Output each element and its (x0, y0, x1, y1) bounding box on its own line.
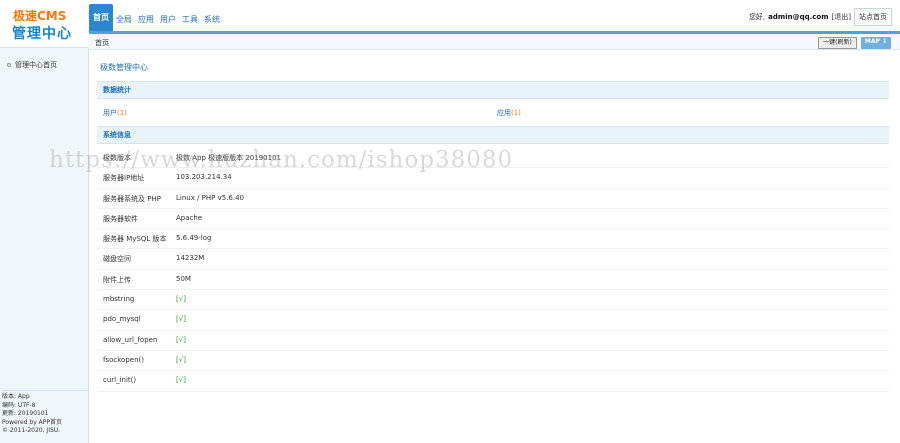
logout-link[interactable]: [退出] (832, 12, 851, 22)
breadcrumb-bar: 首页 一键(刷新) MAP ⇓ (89, 34, 900, 50)
tab-global[interactable]: 全局 (113, 9, 135, 31)
bullet-icon (7, 63, 11, 67)
info-powered: Powered by APP首页 (2, 418, 63, 426)
row-value: [√] (176, 355, 186, 364)
breadcrumb: 首页 (95, 39, 109, 47)
stats-section-title: 数据统计 (97, 81, 889, 99)
row-value: Linux / PHP v5.6.40 (176, 193, 245, 202)
divider (2, 390, 88, 391)
info-updated: 更新: 20190101 (2, 410, 49, 418)
user-bar: 您好, admin@qq.com [退出] 站点首页 (749, 8, 892, 26)
table-row: fsockopen() [√] (97, 351, 889, 372)
main-content: 极数管理中心 数据统计 用户(1) 应用(1) 系统信息 极数版本 极数 App … (49, 50, 900, 443)
logo-line2: 管理中心 (12, 26, 72, 42)
one-click-button[interactable]: 一键(刷新) (818, 37, 857, 49)
tab-system[interactable]: 系统 (201, 9, 223, 31)
info-copyright: © 2011-2020, JISU. (2, 427, 61, 435)
sidebar-item-label: 管理中心首页 (15, 61, 57, 69)
table-row: 磁盘空间 14232M (97, 249, 889, 270)
row-value: 5.6.49-log (176, 234, 212, 243)
table-row: 服务器系统及 PHP Linux / PHP v5.6.40 (97, 189, 889, 209)
row-value: [√] (176, 376, 186, 385)
table-row: 服务器 MySQL 版本 5.6.49-log (97, 229, 889, 250)
row-label: 极数版本 (103, 154, 131, 162)
page-title: 极数管理中心 (100, 63, 148, 72)
table-row: 附件上传 50M (97, 270, 889, 291)
sidebar-info: 版本: App 编码: UTF-8 更新: 20190101 Powered b… (2, 390, 88, 436)
site-home-button[interactable]: 站点首页 (854, 8, 892, 26)
row-value: 14232M (176, 254, 205, 263)
map-button[interactable]: MAP ⇓ (860, 37, 891, 49)
row-label: allow_url_fopen (103, 335, 158, 344)
row-label: fsockopen() (103, 355, 144, 364)
nav-tabs: 首页 全局 应用 用户 工具 系统 (89, 4, 223, 31)
info-encoding: 编码: UTF-8 (2, 401, 36, 409)
row-label: 服务器 MySQL 版本 (103, 235, 167, 244)
row-label: curl_init() (103, 376, 137, 385)
table-row: mbstring [√] (97, 290, 889, 311)
row-value: [√] (176, 335, 186, 344)
sidebar: 管理中心首页 版本: App 编码: UTF-8 更新: 20190101 Po… (0, 48, 89, 443)
system-info-table: 极数版本 极数 App 极速版版本 20190101 服务器IP地址 103.203.… (97, 148, 889, 392)
row-value: 极数 App 极速版版本 20190101 (176, 154, 281, 162)
logo: 极速CMS 管理中心 (0, 0, 89, 48)
info-version: 版本: App (2, 393, 30, 400)
tab-users[interactable]: 用户 (157, 9, 179, 31)
stat-users[interactable]: 用户(1) (103, 108, 127, 118)
tab-apps[interactable]: 应用 (135, 9, 157, 31)
row-label: pdo_mysql (103, 315, 141, 324)
row-label: 磁盘空间 (103, 255, 131, 264)
tab-home[interactable]: 首页 (89, 4, 113, 31)
toolbar: 一键(刷新) MAP ⇓ (818, 37, 891, 49)
row-value: [√] (176, 295, 186, 304)
tab-tools[interactable]: 工具 (179, 9, 201, 31)
top-nav: 首页 全局 应用 用户 工具 系统 您好, admin@qq.com [退出] … (89, 0, 900, 34)
table-row: pdo_mysql [√] (97, 310, 889, 331)
table-row: 服务器软件 Apache (97, 209, 889, 230)
table-row: curl_init() [√] (97, 371, 889, 392)
row-label: mbstring (103, 295, 135, 304)
row-label: 服务器系统及 PHP (103, 194, 161, 203)
table-row: 极数版本 极数 App 极速版版本 20190101 (97, 148, 889, 169)
table-row: 服务器IP地址 103.203.214.34 (97, 168, 889, 189)
row-value: 103.203.214.34 (176, 173, 232, 182)
stat-apps[interactable]: 应用(1) (497, 108, 521, 118)
row-value: 50M (176, 274, 191, 283)
row-label: 服务器软件 (103, 214, 138, 223)
row-label: 附件上传 (103, 275, 131, 284)
logo-line1: 极速CMS (13, 9, 67, 23)
row-value: Apache (176, 213, 203, 222)
greeting: 您好, (748, 13, 766, 21)
row-label: 服务器IP地址 (103, 174, 145, 183)
table-row: allow_url_fopen [√] (97, 331, 889, 351)
sidebar-item-admin-home[interactable]: 管理中心首页 (7, 60, 57, 70)
user-email: admin@qq.com (768, 13, 829, 21)
sys-section-title: 系统信息 (97, 126, 889, 144)
row-value: [√] (176, 315, 186, 324)
